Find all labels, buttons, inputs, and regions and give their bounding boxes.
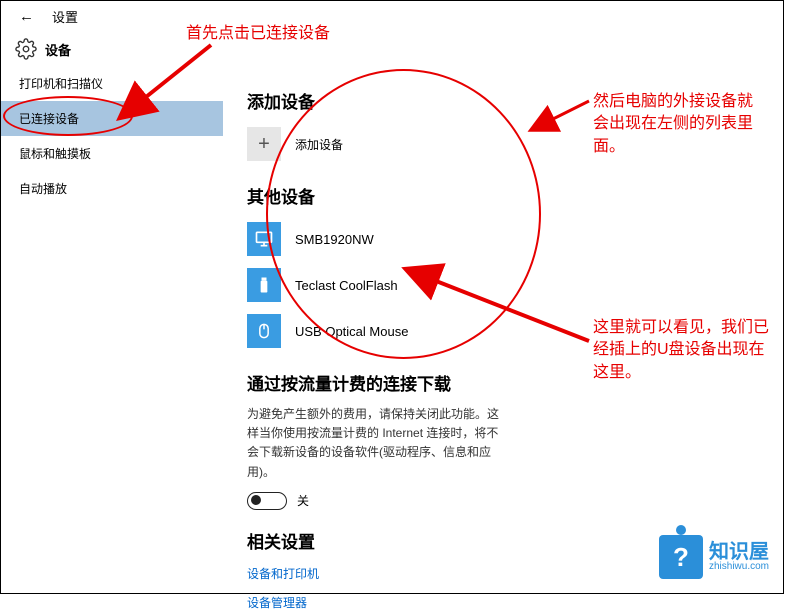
watermark: ? 知识屋 zhishiwu.com	[659, 535, 769, 579]
plus-icon: +	[247, 127, 281, 161]
toggle-state-label: 关	[297, 492, 309, 509]
watermark-badge-icon: ?	[659, 535, 703, 579]
annotation-ellipse-sidebar	[3, 96, 133, 136]
link-device-manager[interactable]: 设备管理器	[247, 594, 759, 611]
annotation-ellipse-content	[266, 69, 541, 359]
sidebar-item-printers[interactable]: 打印机和扫描仪	[1, 66, 223, 101]
sidebar: 打印机和扫描仪 已连接设备 鼠标和触摸板 自动播放	[1, 66, 223, 593]
sidebar-item-mouse[interactable]: 鼠标和触摸板	[1, 136, 223, 171]
annotation-right2: 这里就可以看见，我们已经插上的U盘设备出现在这里。	[593, 317, 773, 384]
device-title: 设备	[45, 40, 71, 59]
usb-drive-icon	[247, 268, 281, 302]
sidebar-item-autoplay[interactable]: 自动播放	[1, 171, 223, 206]
mouse-icon	[247, 314, 281, 348]
annotation-right1: 然后电脑的外接设备就会出现在左侧的列表里面。	[593, 91, 763, 158]
metered-toggle[interactable]	[247, 492, 287, 510]
watermark-name: 知识屋	[709, 542, 769, 562]
gear-icon	[15, 38, 37, 60]
settings-header: ← 设置	[1, 1, 783, 32]
device-page-header: 设备	[1, 32, 783, 66]
watermark-url: zhishiwu.com	[709, 562, 769, 572]
metered-description: 为避免产生额外的费用，请保持关闭此功能。这样当你使用按流量计费的 Interne…	[247, 405, 507, 482]
annotation-top: 首先点击已连接设备	[186, 23, 330, 45]
settings-title: 设置	[52, 7, 78, 26]
back-arrow-icon[interactable]: ←	[19, 8, 34, 25]
